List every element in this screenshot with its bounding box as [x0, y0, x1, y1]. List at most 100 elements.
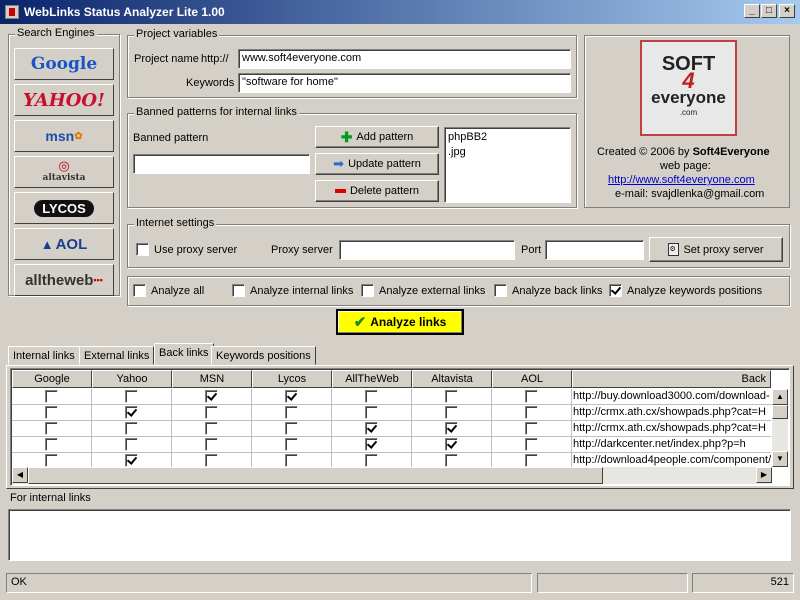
engine-found-checkbox[interactable] [125, 390, 138, 403]
proxy-server-input[interactable] [339, 240, 515, 260]
set-proxy-server-button[interactable]: ⚙ Set proxy server [649, 237, 783, 262]
engine-found-checkbox[interactable] [365, 454, 378, 467]
use-proxy-check[interactable] [136, 243, 149, 256]
column-header-google[interactable]: Google [12, 370, 92, 388]
tab-external-links[interactable]: External links [79, 346, 155, 365]
update-pattern-button[interactable]: ➡ Update pattern [315, 153, 439, 175]
horizontal-scroll-thumb[interactable] [28, 467, 603, 484]
engine-found-checkbox[interactable] [45, 438, 58, 451]
analyze-internal-links-checkbox[interactable]: Analyze internal links [232, 284, 353, 297]
engine-found-checkbox[interactable] [45, 406, 58, 419]
engine-found-checkbox[interactable] [205, 406, 218, 419]
vertical-scroll-thumb[interactable] [772, 405, 788, 419]
engine-found-checkbox[interactable] [285, 438, 298, 451]
analyze-external-check[interactable] [361, 284, 374, 297]
google-engine-button[interactable]: Google [14, 48, 114, 80]
engine-found-checkbox[interactable] [445, 438, 458, 451]
analyze-back-check[interactable] [494, 284, 507, 297]
engine-found-checkbox[interactable] [525, 438, 538, 451]
project-name-input[interactable]: www.soft4everyone.com [238, 49, 571, 69]
engine-found-checkbox[interactable] [365, 406, 378, 419]
proxy-server-label: Proxy server [271, 244, 333, 256]
back-links-table[interactable]: http://download4people.com/component/htt… [10, 368, 790, 486]
column-header-altavista[interactable]: Altavista [412, 370, 492, 388]
engine-found-checkbox[interactable] [365, 422, 378, 435]
add-pattern-button[interactable]: ✚ Add pattern [315, 126, 439, 148]
scroll-right-button[interactable]: ▶ [756, 467, 772, 483]
engine-found-checkbox[interactable] [125, 454, 138, 467]
analyze-links-button[interactable]: ✔ Analyze links [336, 309, 464, 335]
engine-found-checkbox[interactable] [445, 406, 458, 419]
column-header-yahoo[interactable]: Yahoo [92, 370, 172, 388]
banned-pattern-item[interactable]: .jpg [448, 145, 567, 160]
close-button[interactable]: × [779, 4, 795, 18]
column-header-alltheweb[interactable]: AllTheWeb [332, 370, 412, 388]
analyze-keywords-check[interactable] [609, 284, 622, 297]
maximize-button[interactable]: □ [761, 4, 777, 18]
engine-found-checkbox[interactable] [125, 406, 138, 419]
scroll-up-button[interactable]: ▲ [772, 389, 788, 405]
yahoo-engine-button[interactable]: YAHOO! [14, 84, 114, 116]
analyze-all-check[interactable] [133, 284, 146, 297]
engine-found-checkbox[interactable] [205, 438, 218, 451]
engine-found-checkbox[interactable] [445, 454, 458, 467]
http-prefix-label: http:// [201, 53, 229, 65]
engine-found-checkbox[interactable] [45, 422, 58, 435]
analyze-external-links-checkbox[interactable]: Analyze external links [361, 284, 485, 297]
column-header-lycos[interactable]: Lycos [252, 370, 332, 388]
engine-found-checkbox[interactable] [285, 454, 298, 467]
email-line: e-mail: svajdlenka@gmail.com [615, 188, 765, 200]
engine-found-checkbox[interactable] [365, 390, 378, 403]
banned-patterns-list[interactable]: phpBB2 .jpg [444, 127, 571, 203]
scroll-left-button[interactable]: ◀ [12, 467, 28, 483]
banned-patterns-legend: Banned patterns for internal links [134, 106, 299, 118]
engine-found-checkbox[interactable] [285, 390, 298, 403]
tab-back-links[interactable]: Back links [154, 343, 214, 366]
engine-found-checkbox[interactable] [205, 422, 218, 435]
engine-found-checkbox[interactable] [365, 438, 378, 451]
column-header-aol[interactable]: AOL [492, 370, 572, 388]
engine-found-checkbox[interactable] [205, 454, 218, 467]
banned-pattern-input[interactable] [133, 154, 310, 174]
analyze-internal-check[interactable] [232, 284, 245, 297]
engine-found-checkbox[interactable] [45, 454, 58, 467]
engine-found-checkbox[interactable] [525, 454, 538, 467]
engine-found-checkbox[interactable] [445, 422, 458, 435]
vertical-scrollbar[interactable]: ▲ ▼ [772, 389, 788, 467]
engine-found-checkbox[interactable] [525, 422, 538, 435]
proxy-settings-icon: ⚙ [668, 243, 680, 256]
engine-found-checkbox[interactable] [125, 438, 138, 451]
use-proxy-checkbox[interactable]: Use proxy server [136, 243, 237, 256]
engine-found-checkbox[interactable] [285, 406, 298, 419]
engine-found-checkbox[interactable] [205, 390, 218, 403]
tab-keywords-positions[interactable]: Keywords positions [211, 346, 316, 365]
engine-found-checkbox[interactable] [525, 406, 538, 419]
horizontal-scrollbar[interactable]: ◀ ▶ [12, 467, 772, 484]
altavista-engine-button[interactable]: ◎ altavista [14, 156, 114, 188]
port-input[interactable] [545, 240, 644, 260]
engine-found-checkbox[interactable] [285, 422, 298, 435]
banned-pattern-item[interactable]: phpBB2 [448, 130, 567, 145]
alltheweb-engine-button[interactable]: alltheweb ••• [14, 264, 114, 296]
engine-found-checkbox[interactable] [445, 390, 458, 403]
analyze-keywords-positions-checkbox[interactable]: Analyze keywords positions [609, 284, 762, 297]
minimize-button[interactable]: _ [744, 4, 760, 18]
company-name: Soft4Everyone [692, 146, 770, 158]
internal-links-textarea[interactable] [8, 509, 791, 561]
table-cell [332, 405, 412, 421]
website-link[interactable]: http://www.soft4everyone.com [608, 174, 755, 186]
aol-engine-button[interactable]: ▲ AOL [14, 228, 114, 260]
analyze-all-checkbox[interactable]: Analyze all [133, 284, 204, 297]
tab-internal-links[interactable]: Internal links [8, 346, 80, 365]
msn-engine-button[interactable]: msn ✿ [14, 120, 114, 152]
column-header-msn[interactable]: MSN [172, 370, 252, 388]
analyze-back-links-checkbox[interactable]: Analyze back links [494, 284, 603, 297]
scroll-down-button[interactable]: ▼ [772, 451, 788, 467]
engine-found-checkbox[interactable] [45, 390, 58, 403]
engine-found-checkbox[interactable] [525, 390, 538, 403]
delete-pattern-button[interactable]: Delete pattern [315, 180, 439, 202]
lycos-engine-button[interactable]: LYCOS [14, 192, 114, 224]
keywords-input[interactable]: "software for home" [238, 73, 571, 93]
column-header-back[interactable]: Back [572, 370, 771, 388]
engine-found-checkbox[interactable] [125, 422, 138, 435]
